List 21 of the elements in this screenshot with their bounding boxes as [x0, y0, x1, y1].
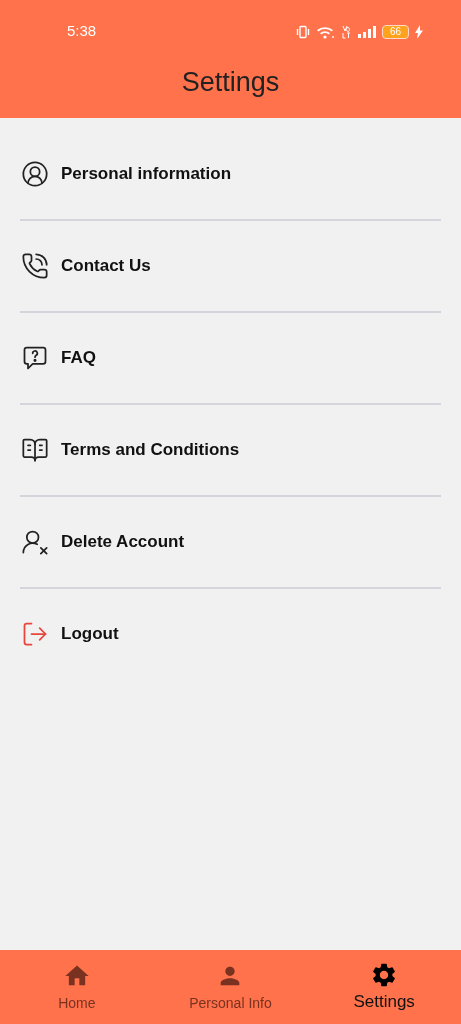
settings-menu-item[interactable]: Personal information: [20, 129, 441, 219]
user-circle-icon: [21, 160, 49, 188]
settings-menu-item[interactable]: Contact Us: [20, 221, 441, 311]
wifi-icon: [316, 24, 336, 39]
signal-icon: [358, 25, 376, 38]
logout-icon: [21, 620, 49, 648]
volte-icon: [342, 24, 352, 39]
phone-icon: [21, 252, 49, 280]
user-remove-icon: [21, 528, 49, 556]
page-title: Settings: [181, 66, 280, 99]
book-icon: [21, 436, 49, 464]
question-bubble-icon: [21, 344, 49, 372]
settings-menu-item[interactable]: Delete Account: [20, 497, 441, 587]
status-time: 5:38: [67, 21, 97, 42]
vibrate-icon: [296, 24, 310, 39]
battery-indicator: 66: [382, 24, 409, 39]
charging-icon: [415, 24, 423, 39]
settings-menu-item[interactable]: Logout: [20, 589, 441, 679]
nav-tab[interactable]: Settings: [307, 950, 461, 1024]
settings-menu-item[interactable]: FAQ: [20, 313, 441, 403]
settings-menu-item[interactable]: Terms and Conditions: [20, 405, 441, 495]
